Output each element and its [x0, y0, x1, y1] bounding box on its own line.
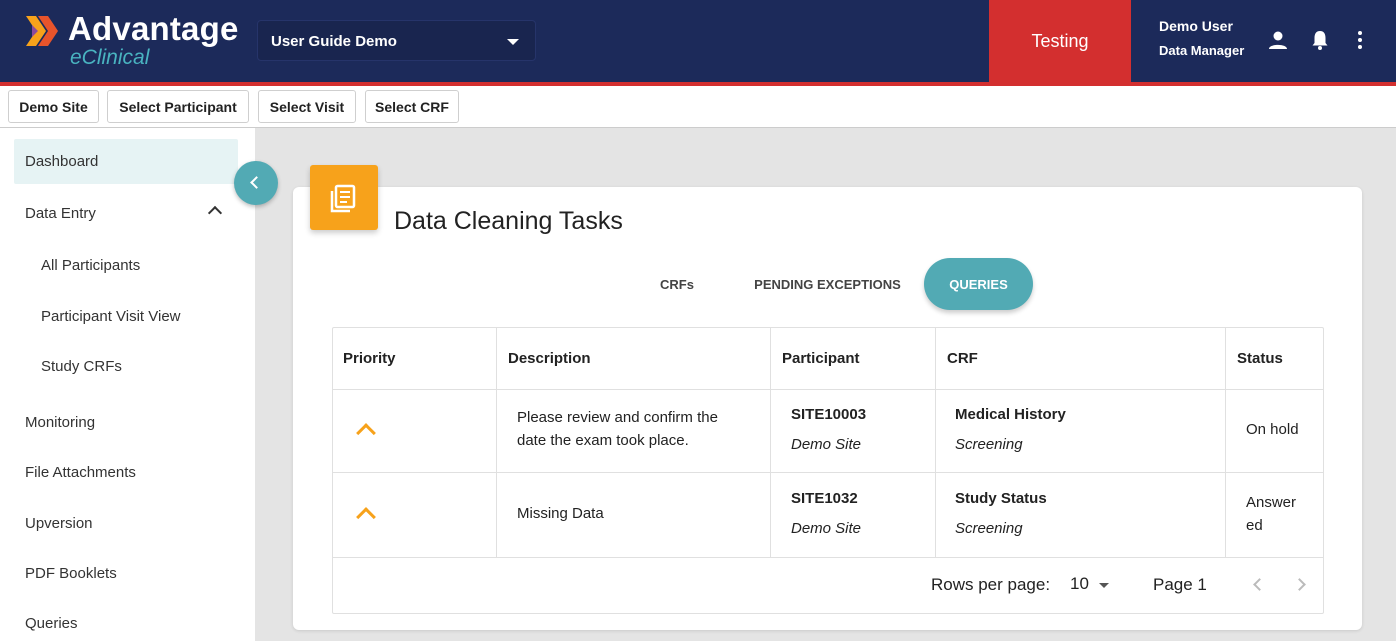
tab-pending-exceptions[interactable]: PENDING EXCEPTIONS: [745, 258, 910, 310]
column-divider: [935, 328, 936, 557]
study-select[interactable]: User Guide Demo: [257, 20, 536, 61]
row2-status: Answer ed: [1246, 494, 1297, 534]
sidebar-item-label: Monitoring: [25, 414, 96, 431]
logo-chevrons-icon: [26, 16, 58, 46]
sidebar-item-label: All Participants: [41, 257, 141, 274]
sidebar-item-file-attachments[interactable]: File Attachments: [14, 450, 238, 495]
row2-visit-name: Screening: [955, 520, 1023, 537]
study-select-value: User Guide Demo: [271, 33, 397, 50]
crumb-crf[interactable]: Select CRF: [365, 90, 459, 123]
sidebar-item-pdf-booklets[interactable]: PDF Booklets: [14, 551, 238, 596]
row2-crf-name[interactable]: Study Status: [955, 487, 1047, 510]
crumb-site[interactable]: Demo Site: [8, 90, 99, 123]
collapse-sidebar-button[interactable]: [234, 161, 278, 205]
sidebar-item-data-entry[interactable]: Data Entry: [14, 191, 238, 236]
row-divider: [333, 389, 1323, 390]
tab-queries[interactable]: QUERIES: [924, 258, 1033, 310]
sidebar-item-label: Participant Visit View: [41, 308, 181, 325]
row-divider: [333, 472, 1323, 473]
rows-per-page-select[interactable]: 10: [1070, 574, 1089, 594]
more-vert-icon[interactable]: [1348, 28, 1372, 52]
sidebar-item-all-participants[interactable]: All Participants: [14, 243, 238, 288]
logo-title: Advantage: [68, 10, 239, 47]
sidebar-item-queries[interactable]: Queries: [14, 601, 238, 641]
row1-status: On hold: [1246, 421, 1299, 438]
row-divider: [333, 557, 1323, 558]
crumb-visit[interactable]: Select Visit: [258, 90, 356, 123]
row1-visit-name: Screening: [955, 436, 1023, 453]
column-divider: [1225, 328, 1226, 557]
sidebar-item-label: PDF Booklets: [25, 565, 117, 582]
column-divider: [496, 328, 497, 557]
sidebar-item-participant-visit-view[interactable]: Participant Visit View: [14, 294, 238, 339]
crumb-participant[interactable]: Select Participant: [107, 90, 249, 123]
chevron-up-icon: [207, 205, 223, 221]
column-header-status[interactable]: Status: [1237, 350, 1283, 367]
column-header-participant[interactable]: Participant: [782, 350, 860, 367]
user-name: Demo User: [1159, 18, 1233, 34]
bell-icon[interactable]: [1308, 28, 1332, 52]
chevron-left-icon: [250, 176, 263, 189]
row2-description[interactable]: Missing Data: [517, 502, 604, 525]
sidebar-item-label: Queries: [25, 615, 78, 632]
sidebar-item-label: Dashboard: [25, 153, 99, 170]
row1-participant-id[interactable]: SITE10003: [791, 403, 866, 426]
person-icon[interactable]: [1266, 28, 1290, 52]
column-header-priority[interactable]: Priority: [343, 350, 396, 367]
row1-crf-name[interactable]: Medical History: [955, 403, 1066, 426]
rows-per-page-label: Rows per page:: [931, 575, 1051, 594]
priority-high-icon: [356, 507, 376, 527]
caret-down-icon[interactable]: [1099, 583, 1109, 588]
queries-table: Priority Description Participant CRF Sta…: [332, 327, 1324, 614]
row2-participant-id[interactable]: SITE1032: [791, 487, 858, 510]
card-title: Data Cleaning Tasks: [394, 207, 623, 235]
sidebar-item-study-crfs[interactable]: Study CRFs: [14, 344, 238, 389]
sidebar-item-dashboard[interactable]: Dashboard: [14, 139, 238, 184]
page-indicator: Page 1: [1153, 575, 1207, 594]
app-header: Advantage eClinical User Guide Demo Test…: [0, 0, 1396, 82]
tab-crfs[interactable]: CRFs: [637, 258, 717, 310]
sidebar-item-label: File Attachments: [25, 464, 136, 481]
app-logo[interactable]: Advantage eClinical: [24, 10, 244, 72]
user-info[interactable]: Demo User Data Manager: [1159, 18, 1244, 58]
sidebar-item-label: Data Entry: [25, 205, 96, 222]
card-header-icon: [310, 165, 378, 230]
context-breadcrumb: Demo Site Select Participant Select Visi…: [0, 86, 1396, 128]
column-divider: [770, 328, 771, 557]
user-role: Data Manager: [1159, 43, 1245, 58]
logo-subtitle: eClinical: [70, 46, 150, 69]
column-header-crf[interactable]: CRF: [947, 350, 978, 367]
row2-participant-site: Demo Site: [791, 520, 862, 537]
sidebar-item-upversion[interactable]: Upversion: [14, 501, 238, 546]
sidebar-item-monitoring[interactable]: Monitoring: [14, 400, 238, 445]
environment-badge: Testing: [989, 0, 1131, 82]
library-books-icon: [330, 184, 356, 213]
priority-high-icon: [356, 423, 376, 443]
row1-participant-site: Demo Site: [791, 436, 862, 453]
row1-description[interactable]: Please review and confirm the date the e…: [517, 406, 718, 452]
sidebar-item-label: Upversion: [25, 515, 93, 532]
caret-down-icon: [507, 39, 519, 45]
sidebar-item-label: Study CRFs: [41, 358, 122, 375]
column-header-description[interactable]: Description: [508, 350, 591, 367]
